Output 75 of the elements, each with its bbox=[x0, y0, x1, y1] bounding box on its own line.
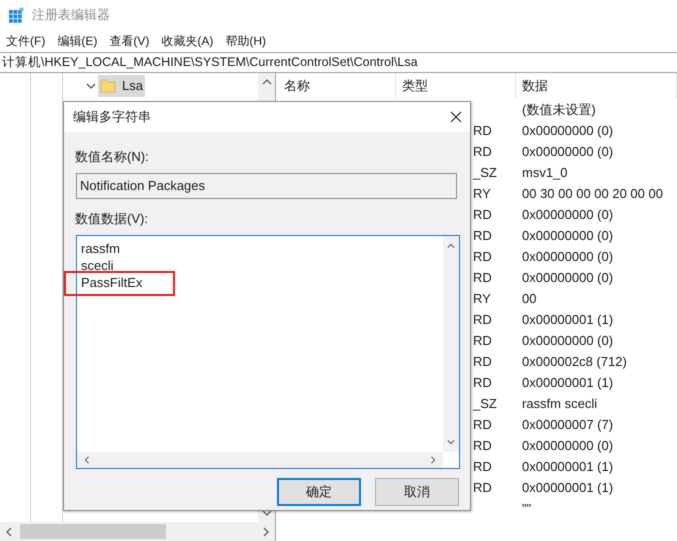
table-cell-text: 0x00000000 (0) bbox=[521, 436, 614, 455]
table-cell-text: (数值未设置) bbox=[521, 100, 596, 119]
table-cell: RD bbox=[473, 374, 492, 390]
table-cell: RD bbox=[473, 228, 492, 243]
menu-item[interactable]: 编辑(E) bbox=[53, 32, 102, 50]
value-data-field[interactable]: rassfm scecli PassFiltEx bbox=[76, 235, 460, 469]
table-cell: RY bbox=[473, 290, 491, 306]
table-cell: RD bbox=[473, 144, 492, 159]
value-data-label: 数值数据(V): bbox=[75, 210, 149, 228]
text-line: PassFiltEx bbox=[81, 274, 144, 291]
table-cell-text: "" bbox=[521, 500, 532, 518]
table-cell-text: msv1_0 bbox=[521, 164, 568, 182]
table-cell: RD bbox=[473, 416, 492, 432]
menu-item[interactable]: 帮助(H) bbox=[221, 32, 270, 50]
column-header[interactable]: 类型 bbox=[396, 73, 516, 99]
table-cell: RD bbox=[473, 458, 492, 474]
scroll-up-icon[interactable] bbox=[447, 242, 455, 250]
table-cell-text: 0x00000000 (0) bbox=[521, 206, 614, 224]
address-bar[interactable]: 计算机\HKEY_LOCAL_MACHINE\SYSTEM\CurrentControlSet\Control\Lsa bbox=[0, 52, 677, 73]
table-cell-text: 0x00000000 (0) bbox=[521, 122, 614, 140]
table-cell: _SZ bbox=[473, 164, 497, 180]
scroll-down-icon[interactable] bbox=[447, 438, 455, 446]
scroll-down-icon[interactable] bbox=[262, 508, 272, 518]
table-cell-text: 0x00000001 (1) bbox=[521, 310, 614, 329]
column-header[interactable]: 数据 bbox=[516, 73, 677, 99]
table-cell: RD bbox=[473, 480, 492, 495]
table-cell: RD bbox=[473, 354, 492, 369]
value-name-label: 数值名称(N): bbox=[75, 148, 150, 166]
column-header[interactable]: 名称 bbox=[276, 73, 396, 99]
table-cell: RD bbox=[473, 438, 492, 453]
table-cell: RD bbox=[473, 122, 492, 138]
table-cell-text: 0x00000000 (0) bbox=[521, 332, 614, 350]
scroll-right-icon[interactable] bbox=[261, 526, 271, 536]
table-cell-text: 0x00000000 (0) bbox=[521, 268, 614, 287]
menu-item[interactable]: 查看(V) bbox=[105, 32, 154, 50]
scroll-left-icon[interactable] bbox=[4, 526, 14, 536]
table-cell-text: 0x00000007 (7) bbox=[521, 416, 614, 434]
chevron-down-icon[interactable] bbox=[86, 81, 96, 91]
table-cell: RD bbox=[473, 206, 492, 222]
scroll-up-icon[interactable] bbox=[262, 77, 272, 87]
dialog-title: 编辑多字符串 bbox=[73, 108, 151, 126]
menu-item[interactable]: 收藏夹(A) bbox=[157, 32, 218, 50]
dialog-button[interactable]: 确定 bbox=[277, 478, 361, 506]
table-cell-text: 0x00000001 (1) bbox=[521, 374, 614, 392]
table-cell: RY bbox=[473, 186, 491, 201]
table-cell: RD bbox=[473, 248, 492, 264]
vertical-scrollbar[interactable] bbox=[443, 236, 459, 452]
scrollbar-thumb[interactable] bbox=[20, 524, 166, 539]
text-line: rassfm bbox=[81, 240, 121, 257]
menu-item[interactable]: 文件(F) bbox=[2, 32, 50, 50]
text-line: scecli bbox=[81, 257, 115, 274]
table-cell-text: 0x00000000 (0) bbox=[521, 248, 614, 266]
tree-item[interactable]: Lsa bbox=[98, 75, 145, 97]
folder-icon bbox=[100, 78, 116, 94]
table-cell-text: rassfm scecli bbox=[521, 394, 598, 413]
scroll-left-icon[interactable] bbox=[83, 456, 91, 464]
value-name-field[interactable]: Notification Packages bbox=[76, 172, 457, 198]
table-cell-text: 0x00000001 (1) bbox=[521, 478, 614, 497]
table-cell-text: 0x00000000 (0) bbox=[521, 142, 614, 161]
close-icon[interactable] bbox=[450, 111, 462, 123]
horizontal-scrollbar[interactable] bbox=[0, 522, 275, 541]
table-cell-text: 0x00000000 (0) bbox=[521, 226, 614, 245]
window-title: 注册表编辑器 bbox=[32, 6, 110, 24]
horizontal-scrollbar[interactable] bbox=[77, 452, 443, 468]
table-cell-text: 0x000002c8 (712) bbox=[521, 352, 627, 371]
table-cell-text: 00 bbox=[521, 290, 536, 308]
registry-grid-icon bbox=[8, 7, 24, 23]
table-cell: _SZ bbox=[473, 396, 497, 411]
table-cell-text: 00 30 00 00 00 20 00 00 bbox=[521, 184, 663, 203]
table-cell: RD bbox=[473, 270, 492, 285]
dialog-button[interactable]: 取消 bbox=[375, 478, 459, 506]
table-cell: RD bbox=[473, 332, 492, 348]
table-cell: RD bbox=[473, 312, 492, 327]
scroll-right-icon[interactable] bbox=[429, 456, 437, 464]
table-cell-text: 0x00000001 (1) bbox=[521, 458, 614, 476]
